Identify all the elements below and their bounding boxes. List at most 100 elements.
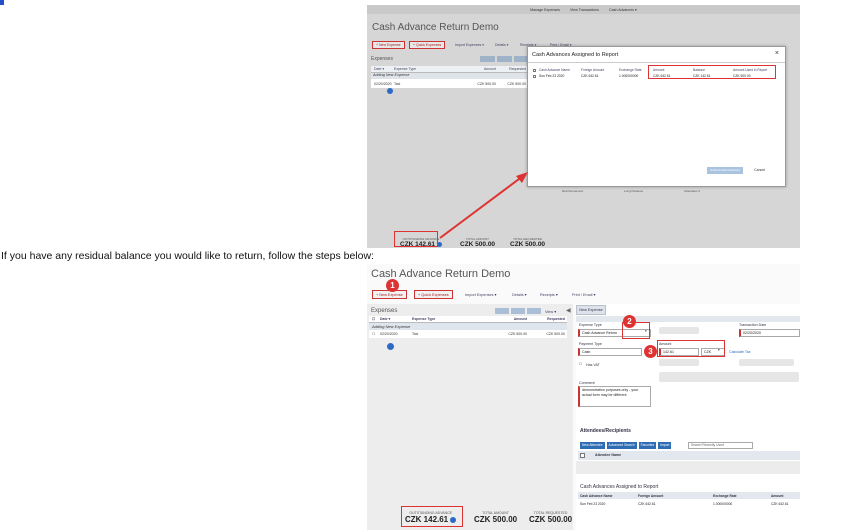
expense-table: ☐ Date ▾ Expense Type Amount Requested A… [369, 316, 567, 338]
close-icon[interactable]: × [775, 50, 779, 57]
attendee-actions: New Attendee Advanced Search Favorites I… [580, 442, 672, 449]
row-type: Taxi [412, 332, 419, 336]
import-button[interactable]: Import [658, 442, 672, 449]
transaction-date-field[interactable]: 02/20/2020 [739, 329, 800, 337]
row-checkbox[interactable] [533, 74, 536, 78]
nav-cash-advances[interactable]: Cash Advances ▾ [609, 8, 637, 12]
import-expenses-menu[interactable]: Import Expenses ▾ [455, 43, 484, 47]
col-cash-advance-name: Cash Advance Name [580, 493, 613, 498]
total-value: CZK 500.00 [460, 241, 496, 248]
action-button[interactable] [495, 308, 509, 314]
action-button[interactable] [511, 308, 525, 314]
submit-button[interactable]: Submit Cash Advance [707, 167, 743, 174]
blurred-field [659, 372, 799, 382]
total-value: CZK 500.00 [474, 515, 518, 524]
col-expense-type: Expense Type [394, 67, 417, 71]
top-nav: Manage Expenses View Transactions Cash A… [367, 5, 800, 14]
col-date[interactable]: Date ▾ [377, 317, 409, 321]
table-row[interactable]: 02/20/2020 Taxi CZK 500.00 CZK 500.00 [371, 79, 531, 88]
label-long-distance: Long Distance [624, 189, 644, 193]
print-email-menu[interactable]: Print / Email ▾ [572, 292, 595, 297]
table-row[interactable]: ☐ 02/20/2020 Taxi CZK 500.00 CZK 500.00 [369, 330, 567, 338]
select-all-checkbox[interactable]: ☐ [369, 317, 377, 321]
details-menu[interactable]: Details ▾ [495, 43, 508, 47]
add-circle-icon[interactable] [387, 88, 393, 94]
comment-textarea[interactable]: demonstration purposes only - your actua… [578, 386, 651, 407]
view-menu[interactable]: View ▾ [545, 309, 556, 314]
nav-manage-expenses[interactable]: Manage Expenses [530, 8, 560, 12]
requested-value: CZK 500.00 [510, 241, 546, 248]
col-exchange-rate: Exchange Rate [713, 493, 737, 498]
table-header: Date ▾ Expense Type Amount Requested [371, 66, 531, 73]
expenses-heading: Expenses [371, 56, 393, 62]
total-requested: TOTAL REQUESTED CZK 500.00 [510, 237, 545, 248]
page-title: Cash Advance Return Demo [372, 22, 499, 33]
attendee-search-input[interactable]: Search Recently Used [688, 442, 753, 449]
label-reimbursement: Reimbursement [562, 189, 584, 193]
col-amount: Amount [513, 317, 527, 321]
select-all-checkbox[interactable] [580, 453, 585, 458]
highlight-box [401, 506, 463, 527]
row-amount: CZK 500.00 [508, 332, 527, 336]
instruction-caption: If you have any residual balance you wou… [1, 250, 374, 262]
form-header-bar [576, 316, 800, 322]
blurred-field [659, 327, 699, 334]
highlight-box [648, 65, 776, 79]
table-row[interactable]: Sun Feb 23 2020 CZK 642.61 1.000000000 C… [578, 500, 800, 507]
step-badge-3: 3 [644, 345, 657, 358]
highlight-box [394, 231, 438, 247]
quick-expenses-button[interactable]: + Quick Expenses [414, 290, 453, 299]
new-expense-button[interactable]: + New Expense [372, 41, 405, 49]
payment-type-select[interactable]: Cash [578, 348, 642, 356]
add-circle-icon[interactable] [387, 343, 394, 350]
row-requested: CZK 500.00 [546, 332, 565, 336]
screenshot-new-expense-form: Cash Advance Return Demo + New Expense +… [367, 264, 800, 530]
tab-new-expense[interactable]: New Expense [576, 305, 606, 315]
collapse-arrow-icon[interactable]: ◀ [566, 307, 571, 314]
cell-name: Sun Feb 23 2020 [539, 74, 565, 78]
receipts-menu[interactable]: Receipts ▾ [540, 292, 558, 297]
total-amount: TOTAL AMOUNT CZK 500.00 [460, 237, 495, 248]
list-bullet [0, 0, 4, 5]
col-expense-type: Expense Type [412, 317, 436, 321]
divider [528, 62, 785, 63]
cell-amount: CZK 642.61 [771, 501, 789, 506]
advanced-search-button[interactable]: Advanced Search [606, 442, 637, 449]
has-vat-checkbox[interactable]: ☐ [579, 362, 582, 366]
cancel-button[interactable]: Cancel [754, 167, 765, 174]
blurred-field [739, 359, 794, 366]
details-menu[interactable]: Details ▾ [512, 292, 527, 297]
cell-name: Sun Feb 23 2020 [580, 501, 606, 506]
col-requested: Requested [509, 67, 526, 71]
calculate-tax-link[interactable]: Calculate Tax [729, 350, 751, 354]
cash-advances-heading: Cash Advances Assigned to Report [580, 484, 659, 490]
cell-foreign-amount: CZK 642.61 [638, 501, 656, 506]
col-date[interactable]: Date ▾ [371, 67, 391, 71]
step-badge-1: 1 [386, 279, 399, 292]
row-checkbox[interactable]: ☐ [369, 332, 377, 336]
nav-view-transactions[interactable]: View Transactions [570, 8, 599, 12]
cell-exchange-rate: 1.000000000 [713, 501, 733, 506]
col-amount: Amount [771, 493, 784, 498]
expense-actions: View ▾ [495, 308, 556, 314]
row-date: 02/20/2020 [380, 332, 398, 336]
new-attendee-button[interactable]: New Attendee [580, 442, 605, 449]
quick-expenses-button[interactable]: + Quick Expenses [409, 41, 446, 49]
transaction-date-label: Transaction Date [739, 323, 767, 327]
col-requested: Requested [547, 317, 565, 321]
total-requested: TOTAL REQUESTED CZK 500.00 [529, 511, 572, 524]
col-amount: Amount [483, 67, 496, 71]
select-all-checkbox[interactable] [533, 68, 536, 72]
col-foreign-amount: Foreign Amount [638, 493, 664, 498]
action-button[interactable] [527, 308, 541, 314]
action-button[interactable] [497, 56, 512, 62]
screenshot-cash-advances-modal: Manage Expenses View Transactions Cash A… [367, 5, 800, 248]
favorites-button[interactable]: Favorites [638, 442, 657, 449]
import-expenses-menu[interactable]: Import Expenses ▾ [465, 292, 496, 297]
cash-advances-modal: Cash Advances Assigned to Report × Cash … [527, 46, 786, 187]
modal-title: Cash Advances Assigned to Report [532, 52, 619, 58]
comment-label: Comment [579, 381, 595, 385]
cell-foreign-amount: CZK 642.61 [581, 74, 599, 78]
action-button[interactable] [480, 56, 495, 62]
expense-actions [480, 56, 529, 62]
